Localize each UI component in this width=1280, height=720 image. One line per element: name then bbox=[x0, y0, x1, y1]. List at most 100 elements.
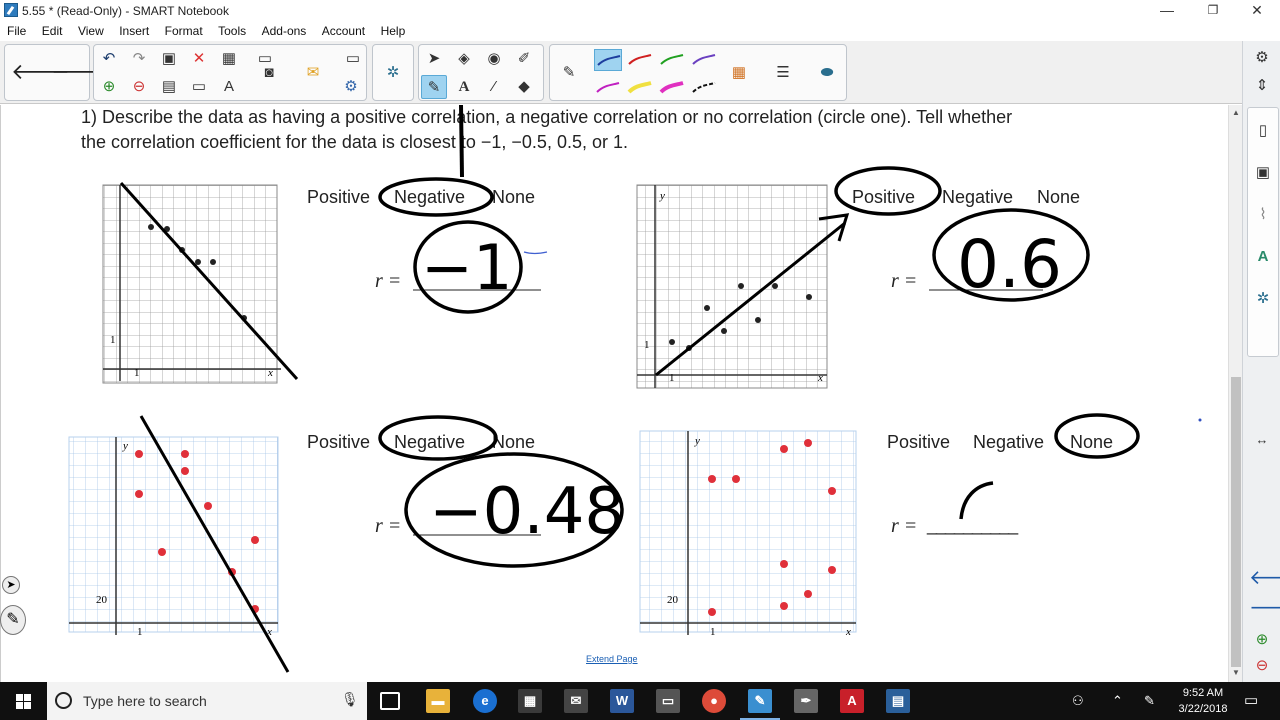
start-windows-icon[interactable] bbox=[0, 682, 46, 720]
people-icon[interactable]: ⚇ bbox=[1072, 682, 1084, 720]
close-button[interactable]: ✕ bbox=[1234, 0, 1280, 21]
pen-magenta-swatch[interactable] bbox=[594, 77, 622, 99]
undo-icon[interactable]: ↶ bbox=[96, 47, 122, 71]
task-view-icon[interactable] bbox=[380, 692, 400, 710]
sidebar-delete-page-icon[interactable]: ⊖ bbox=[1249, 653, 1275, 679]
graph-4-y-tick: 20 bbox=[667, 594, 679, 606]
puzzle-icon[interactable]: ✲ bbox=[380, 61, 406, 85]
clock-time: 9:52 AM bbox=[1182, 687, 1224, 699]
text-tool-icon[interactable]: A bbox=[451, 75, 477, 99]
taskbar-search-box[interactable]: Type here to search 🎙 bbox=[47, 682, 367, 720]
extend-page-link[interactable]: Extend Page bbox=[586, 654, 638, 664]
properties-tab-icon[interactable]: A bbox=[1250, 244, 1276, 270]
edge-browser-icon[interactable]: e bbox=[473, 689, 497, 713]
pen-green-swatch[interactable] bbox=[658, 49, 686, 71]
microphone-icon[interactable]: 🎙 bbox=[341, 691, 359, 708]
sidebar-add-page-icon[interactable]: ⊕ bbox=[1249, 627, 1275, 653]
color-palette-icon[interactable]: ▦ bbox=[726, 61, 752, 85]
previous-page-arrow-icon[interactable]: 🡐 bbox=[11, 47, 70, 97]
eraser-icon[interactable]: ◆ bbox=[511, 75, 537, 99]
next-page-arrow-icon[interactable]: 🡒 bbox=[51, 47, 110, 97]
table-icon[interactable]: ▦ bbox=[216, 47, 242, 71]
utility-app-icon[interactable]: ▤ bbox=[886, 689, 910, 713]
pen-red-swatch[interactable] bbox=[626, 49, 654, 71]
menu-file[interactable]: File bbox=[7, 24, 26, 38]
menu-format[interactable]: Format bbox=[165, 24, 203, 38]
floating-select-icon[interactable]: ➤ bbox=[2, 576, 20, 594]
word-icon[interactable]: W bbox=[610, 689, 634, 713]
delete-page-icon[interactable]: ⊖ bbox=[126, 75, 152, 99]
pen-yellow-highlighter-swatch[interactable] bbox=[626, 77, 654, 99]
stray-ink-dot bbox=[1198, 418, 1202, 422]
fill-icon[interactable]: ◉ bbox=[481, 47, 507, 71]
move-sidebar-icon[interactable]: ↔ bbox=[1249, 427, 1275, 453]
graph-4-point bbox=[780, 445, 788, 453]
page-sorter-tab-icon[interactable]: ▯ bbox=[1250, 118, 1276, 144]
title-bar: 5.55 * (Read-Only) - SMART Notebook — ❐ … bbox=[0, 0, 1280, 21]
chrome-icon[interactable]: ● bbox=[702, 689, 726, 713]
restore-button[interactable]: ❐ bbox=[1190, 0, 1236, 21]
settings-gear-icon[interactable]: ⚙ bbox=[1249, 45, 1275, 71]
scroll-down-arrow-icon[interactable]: ▼ bbox=[1229, 668, 1243, 677]
line-tool-icon[interactable]: ⁄ bbox=[481, 75, 507, 99]
pen-tool-icon[interactable]: ✎ bbox=[421, 75, 447, 99]
response-icon[interactable]: ✉ bbox=[300, 61, 326, 85]
select-arrow-icon[interactable]: ➤ bbox=[421, 47, 447, 71]
notebook-page-canvas[interactable]: 1) Describe the data as having a positiv… bbox=[0, 105, 1228, 682]
full-screen-icon[interactable]: ▭ bbox=[186, 75, 212, 99]
pen-styles-group: ✎ ▦ ☰ ⬬ bbox=[549, 44, 847, 101]
gallery-tab-icon[interactable]: ▣ bbox=[1250, 160, 1276, 186]
pen-blue-swatch[interactable] bbox=[594, 49, 622, 71]
smart-notebook-taskbar-icon[interactable]: ✎ bbox=[740, 689, 780, 720]
sidebar-next-page-icon[interactable]: 🡒 bbox=[1249, 595, 1280, 621]
menu-insert[interactable]: Insert bbox=[119, 24, 149, 38]
screen-capture-icon[interactable]: ▭ bbox=[340, 47, 366, 71]
store-icon[interactable]: ▦ bbox=[518, 689, 542, 713]
graph-2-x-label: x bbox=[817, 372, 823, 384]
line-style-icon[interactable]: ☰ bbox=[770, 61, 796, 85]
attachments-tab-icon[interactable]: ⌇ bbox=[1250, 202, 1276, 228]
pen-black-dashed-swatch[interactable] bbox=[690, 77, 718, 99]
addons-tab-icon[interactable]: ✲ bbox=[1250, 286, 1276, 312]
paste-icon[interactable]: ▣ bbox=[156, 47, 182, 71]
system-clock[interactable]: 9:52 AM 3/22/2018 bbox=[1168, 685, 1238, 717]
scroll-thumb[interactable] bbox=[1231, 377, 1241, 667]
floating-pen-icon[interactable]: ✎ bbox=[0, 605, 26, 635]
pen-pink-highlighter-swatch[interactable] bbox=[658, 77, 686, 99]
resize-sidebar-icon[interactable]: ⇕ bbox=[1249, 73, 1275, 99]
app-window-icon[interactable]: ▭ bbox=[656, 689, 680, 713]
pen-workspace-icon[interactable]: ✎ bbox=[1144, 682, 1155, 720]
delete-icon[interactable]: ✕ bbox=[186, 47, 212, 71]
menu-add-ons[interactable]: Add-ons bbox=[262, 24, 307, 38]
scroll-up-arrow-icon[interactable]: ▲ bbox=[1229, 108, 1243, 117]
file-explorer-icon[interactable]: ▬ bbox=[426, 689, 450, 713]
redo-icon[interactable]: ↷ bbox=[126, 47, 152, 71]
text-fit-icon[interactable]: A bbox=[216, 75, 242, 99]
fill-effects-icon[interactable]: ⬬ bbox=[814, 61, 840, 85]
menu-help[interactable]: Help bbox=[381, 24, 406, 38]
menu-account[interactable]: Account bbox=[322, 24, 365, 38]
acrobat-icon[interactable]: A bbox=[840, 689, 864, 713]
pen-type-icon[interactable]: ✎ bbox=[556, 61, 582, 85]
vertical-scrollbar[interactable]: ▲ ▼ bbox=[1228, 105, 1242, 682]
graph-2-point bbox=[738, 283, 744, 289]
magic-pen-icon[interactable]: ✐ bbox=[511, 47, 537, 71]
shape-icon[interactable]: ◈ bbox=[451, 47, 477, 71]
menu-tools[interactable]: Tools bbox=[218, 24, 246, 38]
add-page-icon[interactable]: ⊕ bbox=[96, 75, 122, 99]
action-center-icon[interactable]: ▭ bbox=[1244, 682, 1258, 720]
minimize-button[interactable]: — bbox=[1144, 0, 1190, 21]
search-placeholder: Type here to search bbox=[83, 693, 207, 709]
mail-icon[interactable]: ✉ bbox=[564, 689, 588, 713]
pen-purple-swatch[interactable] bbox=[690, 49, 718, 71]
sidebar-previous-page-icon[interactable]: 🡐 bbox=[1249, 565, 1280, 591]
save-icon[interactable]: ▤ bbox=[156, 75, 182, 99]
graph-2: y 1 1 x bbox=[636, 184, 850, 389]
smart-ink-icon[interactable]: ✒ bbox=[794, 689, 818, 713]
document-camera-icon[interactable]: ◙ bbox=[256, 61, 282, 85]
show-hidden-icons-chevron-icon[interactable]: ⌃ bbox=[1112, 682, 1123, 720]
properties-icon[interactable]: ⚙ bbox=[338, 75, 364, 99]
menu-view[interactable]: View bbox=[78, 24, 104, 38]
menu-edit[interactable]: Edit bbox=[42, 24, 63, 38]
p4-none-circle-ink bbox=[1054, 413, 1140, 459]
